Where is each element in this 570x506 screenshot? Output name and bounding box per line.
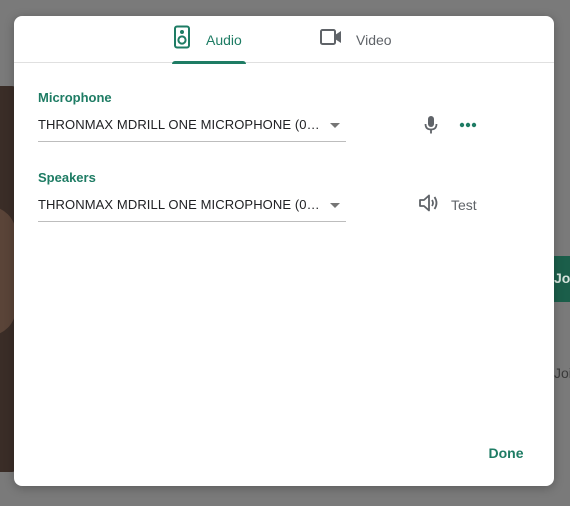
tab-video-label: Video [356, 31, 392, 48]
settings-dialog: Audio Video Microphone THRONMAX MDRILL O… [14, 16, 554, 486]
background-other-option: Join [554, 365, 570, 385]
microphone-level-icon [419, 113, 443, 137]
volume-up-icon [418, 193, 440, 218]
tab-audio[interactable]: Audio [172, 16, 246, 64]
microphone-label: Microphone [38, 90, 112, 105]
tab-bar: Audio Video [14, 16, 554, 64]
microphone-select[interactable]: THRONMAX MDRILL ONE MICROPHONE (0… [38, 112, 346, 142]
tab-audio-label: Audio [206, 31, 242, 48]
tab-video[interactable]: Video [320, 16, 402, 63]
speakers-selected-value: THRONMAX MDRILL ONE MICROPHONE (0… [38, 197, 320, 212]
background-other-label: Join [554, 365, 570, 381]
microphone-selected-value: THRONMAX MDRILL ONE MICROPHONE (0… [38, 117, 320, 132]
background-join-button: Join [554, 256, 570, 302]
speakers-select[interactable]: THRONMAX MDRILL ONE MICROPHONE (0… [38, 192, 346, 222]
chevron-down-icon [330, 203, 340, 208]
videocam-icon [320, 28, 342, 51]
chevron-down-icon [330, 123, 340, 128]
speakers-label: Speakers [38, 170, 96, 185]
more-options-icon[interactable] [456, 113, 480, 137]
test-speakers-label: Test [451, 197, 477, 213]
background-join-label: Join [554, 270, 570, 286]
done-button[interactable]: Done [480, 441, 532, 465]
speaker-icon [172, 25, 192, 54]
test-speakers-button[interactable]: Test [418, 192, 477, 218]
